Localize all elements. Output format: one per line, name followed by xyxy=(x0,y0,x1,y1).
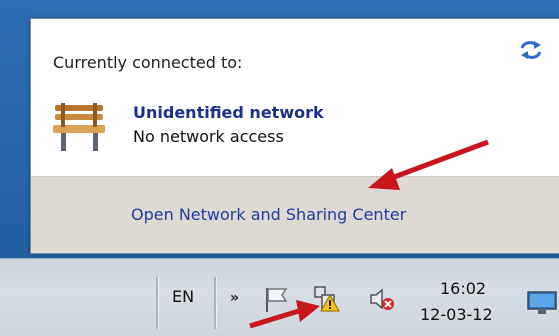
volume-muted-icon[interactable] xyxy=(368,285,396,313)
show-desktop-icon[interactable] xyxy=(527,291,557,315)
refresh-icon[interactable] xyxy=(519,39,543,61)
annotation-arrow-link xyxy=(368,139,489,190)
language-indicator[interactable]: EN xyxy=(172,287,194,306)
network-status: No network access xyxy=(133,127,284,146)
clock-date[interactable]: 12-03-12 xyxy=(420,305,493,324)
open-network-sharing-center-link[interactable]: Open Network and Sharing Center xyxy=(131,205,406,224)
network-name: Unidentified network xyxy=(133,103,324,122)
annotation-arrow-tray xyxy=(249,300,320,329)
network-bench-icon xyxy=(53,103,105,151)
taskbar-separator xyxy=(156,277,159,329)
taskbar-separator xyxy=(214,277,217,329)
show-hidden-icons-button[interactable]: » xyxy=(230,290,239,306)
connected-heading: Currently connected to: xyxy=(53,53,243,72)
clock-time[interactable]: 16:02 xyxy=(440,279,486,298)
